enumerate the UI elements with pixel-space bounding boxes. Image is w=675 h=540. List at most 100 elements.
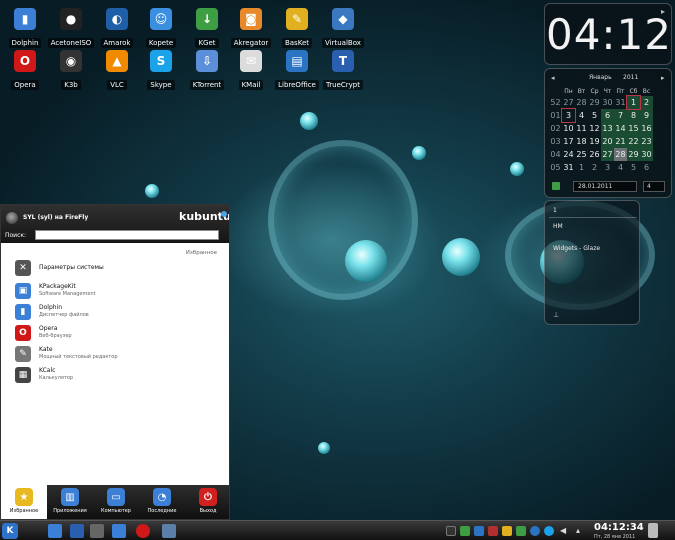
calendar-day[interactable]: 8 bbox=[627, 109, 640, 122]
calendar-day[interactable]: 4 bbox=[575, 109, 588, 122]
prev-month-arrow-icon[interactable]: ◂ bbox=[551, 74, 555, 82]
folder-row[interactable]: НМ bbox=[553, 223, 563, 230]
calendar-day[interactable]: 4 bbox=[614, 161, 627, 174]
favorite-item[interactable]: ▣ KPackageKit Software Management bbox=[15, 282, 215, 302]
calendar-day[interactable]: 5 bbox=[627, 161, 640, 174]
desktop-icon-label: BasKet bbox=[281, 38, 313, 48]
calendar-day[interactable]: 3 bbox=[601, 161, 614, 174]
calendar-day[interactable]: 26 bbox=[588, 148, 601, 161]
calendar-month[interactable]: Январь bbox=[589, 74, 612, 81]
akregator-icon: ◙ bbox=[240, 8, 262, 30]
favorite-item[interactable]: ▦ KCalc Калькулятор bbox=[15, 366, 215, 386]
calendar-day[interactable]: 2 bbox=[588, 161, 601, 174]
calendar-day[interactable]: 3 bbox=[561, 108, 576, 123]
calendar-day[interactable]: 28 bbox=[614, 148, 627, 161]
search-label: Поиск: bbox=[5, 232, 27, 239]
amarok-icon: ◐ bbox=[106, 8, 128, 30]
tray-toggle-icon[interactable] bbox=[446, 526, 456, 536]
calendar-day[interactable]: 29 bbox=[627, 148, 640, 161]
desktop-icon-label: VirtualBox bbox=[322, 38, 364, 48]
taskbar: K ◀ ▴ 04:12:34 Пт, 28 янв 2011 bbox=[0, 520, 675, 540]
favorite-item[interactable]: O Opera Веб-браузер bbox=[15, 324, 215, 344]
calendar-day[interactable]: 25 bbox=[575, 148, 588, 161]
calendar-day[interactable]: 27 bbox=[562, 96, 575, 109]
tray-browser-icon[interactable] bbox=[530, 526, 540, 536]
task-files-icon[interactable] bbox=[112, 524, 126, 538]
calendar-day[interactable]: 1 bbox=[575, 161, 588, 174]
calendar-week-field[interactable]: 4 bbox=[643, 181, 665, 192]
menu-tab[interactable]: ★ Избранное bbox=[1, 485, 47, 519]
calendar-day[interactable]: 20 bbox=[601, 135, 614, 148]
favorite-item[interactable]: ✎ Kate Мощный текстовый редактор bbox=[15, 345, 215, 365]
task-desktop-icon[interactable] bbox=[70, 524, 84, 538]
calendar-day[interactable]: 29 bbox=[588, 96, 601, 109]
calendar-day[interactable]: 13 bbox=[601, 122, 614, 135]
desktop-icon[interactable]: ◆ VirtualBox bbox=[312, 8, 374, 49]
calendar-day[interactable]: 5 bbox=[588, 109, 601, 122]
favorite-item[interactable]: ▮ Dolphin Диспетчер файлов bbox=[15, 303, 215, 323]
calendar-day[interactable]: 1 bbox=[626, 95, 641, 110]
calendar-day[interactable]: 22 bbox=[627, 135, 640, 148]
calendar-day[interactable]: 6 bbox=[640, 161, 653, 174]
calendar-day[interactable]: 10 bbox=[562, 122, 575, 135]
calendar-day[interactable]: 21 bbox=[614, 135, 627, 148]
calendar-year[interactable]: 2011 bbox=[623, 74, 638, 81]
calendar-day[interactable]: 19 bbox=[588, 135, 601, 148]
tray-volume-icon[interactable]: ◀ bbox=[560, 526, 570, 536]
menu-tab[interactable]: ▭ Компьютер bbox=[93, 485, 139, 519]
folder-row[interactable]: Widgets - Glaze bbox=[553, 245, 600, 252]
calendar-day[interactable]: 23 bbox=[640, 135, 653, 148]
avatar bbox=[6, 212, 18, 224]
task-dolphin-icon[interactable] bbox=[48, 524, 62, 538]
panel-clock-time[interactable]: 04:12:34 bbox=[594, 522, 644, 533]
desktop-icon[interactable]: T TrueCrypt bbox=[312, 50, 374, 91]
folder-resize-icon[interactable]: ⊥ bbox=[553, 311, 559, 319]
calendar-day[interactable]: 17 bbox=[562, 135, 575, 148]
calendar-day[interactable]: 31 bbox=[562, 161, 575, 174]
menu-tab-label: Выход bbox=[199, 508, 217, 514]
calendar-day[interactable]: 6 bbox=[601, 109, 614, 122]
panel-clock-date[interactable]: Пт, 28 янв 2011 bbox=[594, 534, 635, 540]
tray-basket-icon[interactable] bbox=[502, 526, 512, 536]
calendar-day[interactable]: 24 bbox=[562, 148, 575, 161]
task-opera-icon[interactable] bbox=[136, 524, 150, 538]
calendar-day[interactable]: 30 bbox=[601, 96, 614, 109]
menu-tab[interactable]: ▥ Приложения bbox=[47, 485, 93, 519]
kubuntu-logo-icon bbox=[221, 211, 227, 217]
search-input[interactable] bbox=[35, 230, 219, 240]
task-window-icon[interactable] bbox=[162, 524, 176, 538]
menu-tab[interactable]: ⏻ Выход bbox=[185, 485, 229, 519]
calendar-day[interactable]: 15 bbox=[627, 122, 640, 135]
calendar-day[interactable]: 7 bbox=[614, 109, 627, 122]
trash-icon[interactable] bbox=[648, 523, 658, 538]
menu-tab[interactable]: ◔ Последние bbox=[139, 485, 185, 519]
clock-widget[interactable]: ▸ 04:12 bbox=[544, 3, 672, 65]
calendar-weekday: Вс bbox=[642, 88, 651, 95]
tray-expand-icon[interactable]: ▴ bbox=[576, 526, 586, 536]
calendar-day[interactable]: 31 bbox=[614, 96, 627, 109]
calendar-day[interactable]: 18 bbox=[575, 135, 588, 148]
kmenu-button[interactable]: K bbox=[2, 523, 18, 539]
tray-kget-icon[interactable] bbox=[516, 526, 526, 536]
next-month-arrow-icon[interactable]: ▸ bbox=[661, 74, 665, 82]
calendar-date-field[interactable]: 28.01.2011 bbox=[573, 181, 637, 192]
tray-network-icon[interactable] bbox=[474, 526, 484, 536]
folder-row[interactable]: 1 bbox=[553, 207, 557, 214]
calendar-day[interactable]: 11 bbox=[575, 122, 588, 135]
today-icon[interactable] bbox=[552, 182, 560, 190]
calendar-day[interactable]: 9 bbox=[640, 109, 653, 122]
opera-icon: O bbox=[14, 50, 36, 72]
tray-skype-icon[interactable] bbox=[544, 526, 554, 536]
calendar-day[interactable]: 2 bbox=[640, 96, 653, 109]
calendar-day[interactable]: 27 bbox=[601, 148, 614, 161]
calendar-day[interactable]: 30 bbox=[640, 148, 653, 161]
calendar-day[interactable]: 28 bbox=[575, 96, 588, 109]
calendar-day[interactable]: 14 bbox=[614, 122, 627, 135]
tray-kopete-icon[interactable] bbox=[460, 526, 470, 536]
favorite-item[interactable]: ✕ Параметры системы bbox=[15, 259, 215, 279]
favorite-item-title: Kate bbox=[39, 346, 53, 353]
task-terminal-icon[interactable] bbox=[90, 524, 104, 538]
calendar-day[interactable]: 12 bbox=[588, 122, 601, 135]
tray-keyboard-layout-icon[interactable] bbox=[488, 526, 498, 536]
calendar-day[interactable]: 16 bbox=[640, 122, 653, 135]
